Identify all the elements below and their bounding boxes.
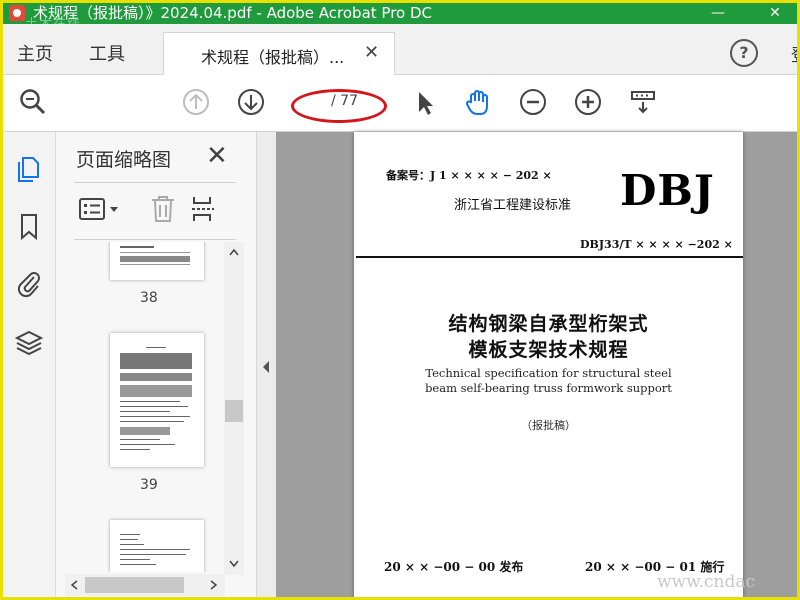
record-number: 备案号：J 1 × × × × − 202 × — [386, 169, 552, 182]
document-tab[interactable]: 术规程（报批稿）... ✕ — [163, 32, 395, 75]
watermark-bottom-right: www.cndac — [657, 572, 756, 592]
dbj-logo: DBJ — [620, 166, 715, 215]
scroll-right-icon[interactable] — [210, 580, 218, 590]
window-title: 术规程（报批稿）》2024.04.pdf - Adobe Acrobat Pro… — [33, 4, 432, 22]
insert-page-icon[interactable] — [190, 194, 218, 224]
thumbnail-vertical-scrollbar[interactable] — [224, 242, 244, 575]
close-tab-icon[interactable]: ✕ — [364, 42, 379, 63]
thumbnail-label: 38 — [140, 290, 158, 306]
thumbnail-list: 38 39 — [56, 242, 224, 572]
page-thumbnails-icon[interactable] — [14, 153, 44, 183]
annotation-highlight-ellipse — [291, 89, 387, 123]
panel-toolbar — [74, 182, 236, 240]
scroll-left-icon[interactable] — [70, 580, 78, 590]
horizontal-scroll-thumb[interactable] — [85, 577, 184, 593]
draft-status: （报批稿） — [521, 419, 576, 432]
zoom-out-icon[interactable] — [517, 86, 549, 118]
title-bar: 术规程（报批稿）》2024.04.pdf - Adobe Acrobat Pro… — [3, 3, 797, 32]
pdf-page: 备案号：J 1 × × × × − 202 × 浙江省工程建设标准 DBJ DB… — [354, 132, 743, 597]
standard-code: DBJ33/T × × × × −202 × — [580, 238, 733, 251]
toolbar: / 77 — [3, 75, 797, 132]
attachments-icon[interactable] — [14, 268, 44, 298]
scroll-up-icon[interactable] — [229, 248, 239, 256]
tab-tools[interactable]: 工具 — [89, 40, 125, 66]
hand-tool-icon[interactable] — [462, 86, 494, 118]
title-cn-line1: 结构钢梁自承型桁架式 — [448, 313, 649, 335]
app-window: 术规程（报批稿）》2024.04.pdf - Adobe Acrobat Pro… — [0, 0, 800, 600]
close-window-button[interactable]: ✕ — [760, 3, 790, 24]
document-viewer[interactable]: 备案号：J 1 × × × × − 202 × 浙江省工程建设标准 DBJ DB… — [276, 132, 797, 597]
title-en-line1: Technical specification for structural s… — [425, 366, 672, 380]
close-panel-icon[interactable]: ✕ — [206, 141, 228, 171]
title-en-line2: beam self-bearing truss formwork support — [425, 381, 672, 395]
panel-collapse-handle[interactable] — [256, 132, 277, 597]
previous-page-icon[interactable] — [180, 86, 212, 118]
search-zoom-icon[interactable] — [17, 86, 49, 118]
layers-icon[interactable] — [14, 328, 44, 358]
vertical-scroll-thumb[interactable] — [225, 400, 243, 422]
options-menu-icon[interactable] — [78, 196, 124, 224]
bookmarks-icon[interactable] — [14, 211, 44, 241]
collapse-panel-icon[interactable] — [261, 360, 271, 374]
standard-type: 浙江省工程建设标准 — [454, 198, 572, 213]
sign-in-link[interactable]: 登 — [791, 41, 797, 66]
thumbnails-panel: 页面缩略图 ✕ 38 39 — [56, 132, 256, 597]
minimize-button[interactable]: — — [703, 3, 733, 24]
zoom-in-icon[interactable] — [572, 86, 604, 118]
panel-title: 页面缩略图 — [76, 149, 172, 171]
thumbnail-label: 39 — [140, 477, 158, 493]
page-display-icon[interactable] — [627, 86, 659, 118]
title-cn-line2: 模板支架技术规程 — [468, 339, 629, 361]
help-icon[interactable]: ? — [730, 39, 758, 67]
thumbnail-page-39[interactable] — [110, 333, 204, 467]
scroll-down-icon[interactable] — [229, 560, 239, 568]
left-icon-rail — [3, 132, 56, 597]
thumbnail-horizontal-scrollbar[interactable] — [65, 574, 225, 596]
thumbnail-page-38[interactable] — [110, 242, 204, 280]
thumbnail-page-40[interactable] — [110, 520, 204, 572]
delete-page-icon[interactable] — [149, 194, 177, 224]
acrobat-app-icon — [9, 5, 25, 21]
tab-bar: 主页 工具 术规程（报批稿）... ✕ ? 登 — [3, 24, 797, 75]
tab-home[interactable]: 主页 — [17, 40, 53, 66]
select-cursor-icon[interactable] — [408, 86, 440, 118]
issue-date: 20 × × −00 − 00 发布 — [384, 560, 524, 574]
next-page-icon[interactable] — [235, 86, 267, 118]
header-rule — [356, 256, 743, 258]
document-tab-label: 术规程（报批稿）... — [201, 48, 345, 67]
